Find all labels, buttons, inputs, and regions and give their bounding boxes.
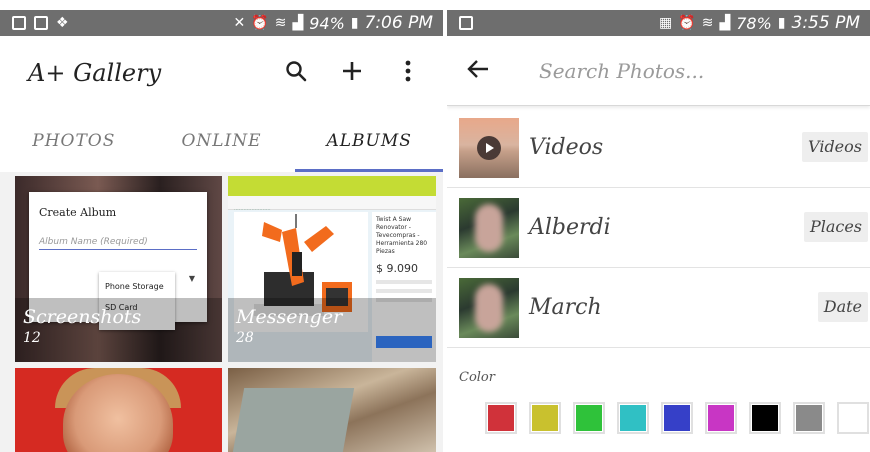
- color-swatch[interactable]: [617, 402, 649, 434]
- album-count: 28: [236, 330, 254, 346]
- list-item[interactable]: Videos Videos: [447, 108, 870, 188]
- color-swatch[interactable]: [705, 402, 737, 434]
- color-swatch[interactable]: [573, 402, 605, 434]
- color-swatch[interactable]: [749, 402, 781, 434]
- tab-photos[interactable]: PHOTOS: [0, 110, 148, 172]
- room-object: [231, 388, 355, 452]
- app-bar: A+ Gallery: [0, 36, 443, 110]
- search-screen: ▦ ⏰ ≋ ▟ 78% ▮ 3:55 PM Videos Videos Albe…: [447, 0, 870, 452]
- color-swatch[interactable]: [837, 402, 869, 434]
- album-count: 12: [23, 330, 41, 346]
- tab-online[interactable]: ONLINE: [148, 110, 296, 172]
- back-arrow-icon[interactable]: [465, 57, 491, 85]
- add-icon[interactable]: [339, 60, 365, 87]
- albums-screen: ❖ ✕ ⏰ ≋ ▟ 94% ▮ 7:06 PM A+ Gallery PHOTO…: [0, 0, 443, 452]
- suggestion-label: March: [529, 295, 602, 320]
- battery-icon: ▮: [350, 15, 359, 31]
- storage-option: Phone Storage: [105, 282, 164, 291]
- album-tile-room[interactable]: [228, 368, 436, 452]
- album-caption: Messenger 28: [228, 298, 436, 362]
- wifi-icon: ≋: [274, 15, 287, 31]
- dropdown-caret-icon: ▼: [188, 274, 195, 283]
- suggestion-label: Alberdi: [529, 215, 611, 240]
- product-price: $ 9.090: [376, 262, 418, 275]
- product-title: Twist A Saw Renovator - Tevecompras - He…: [376, 216, 428, 255]
- color-swatch[interactable]: [661, 402, 693, 434]
- album-tile-portrait[interactable]: [15, 368, 222, 452]
- album-caption: Screenshots 12: [15, 298, 222, 362]
- video-thumbnail: [459, 117, 519, 178]
- suggestion-label: Videos: [529, 135, 604, 160]
- signal-icon: ▟: [292, 15, 304, 31]
- album-name: Messenger: [236, 306, 343, 328]
- message-notification-icon: [459, 16, 473, 30]
- mute-icon: ✕: [233, 15, 246, 31]
- blurred-face: [475, 283, 503, 332]
- album-grid: Create Album Album Name (Required) ▼ Pho…: [0, 172, 443, 452]
- color-swatch[interactable]: [793, 402, 825, 434]
- panel-line: [376, 280, 432, 284]
- tab-bar: PHOTOS ONLINE ALBUMS: [0, 110, 443, 172]
- category-tag: Videos: [802, 132, 868, 162]
- album-name: Screenshots: [23, 306, 142, 328]
- web-header: [228, 176, 436, 196]
- list-item[interactable]: March Date: [447, 268, 870, 348]
- battery-percent: 94%: [309, 13, 345, 33]
- blurred-face: [475, 203, 503, 252]
- status-bar: ❖ ✕ ⏰ ≋ ▟ 94% ▮ 7:06 PM: [0, 10, 443, 36]
- search-suggestions: Videos Videos Alberdi Places March Date: [447, 108, 870, 348]
- search-icon[interactable]: [283, 60, 309, 87]
- swatch-fill: [752, 405, 778, 431]
- color-swatches: [485, 402, 869, 434]
- swatch-fill: [708, 405, 734, 431]
- signal-icon: ▟: [719, 15, 731, 31]
- message-notification-icon: [12, 16, 26, 30]
- swatch-fill: [620, 405, 646, 431]
- swatch-fill: [576, 405, 602, 431]
- swatch-fill: [532, 405, 558, 431]
- battery-percent: 78%: [736, 13, 772, 33]
- color-label: Color: [459, 370, 495, 385]
- app-title: A+ Gallery: [28, 59, 162, 87]
- status-time: 3:55 PM: [791, 13, 861, 33]
- search-input[interactable]: [539, 58, 839, 83]
- album-tile-messenger[interactable]: ······················· Twist A Saw Reno…: [228, 176, 436, 362]
- play-icon: [477, 135, 501, 160]
- dropbox-icon: ❖: [56, 15, 69, 31]
- album-name-field: Album Name (Required): [39, 237, 197, 250]
- list-item[interactable]: Alberdi Places: [447, 188, 870, 268]
- color-swatch[interactable]: [485, 402, 517, 434]
- battery-charging-icon: ▮: [777, 15, 786, 31]
- photo-thumbnail: [459, 197, 519, 258]
- swatch-fill: [488, 405, 514, 431]
- photo-thumbnail: [459, 277, 519, 338]
- alarm-icon: ⏰: [678, 15, 696, 31]
- panel-line: [376, 289, 432, 293]
- wifi-icon: ≋: [701, 15, 714, 31]
- image-notification-icon: [34, 16, 48, 30]
- dialog-title: Create Album: [39, 206, 117, 219]
- search-bar: [447, 36, 870, 106]
- status-bar: ▦ ⏰ ≋ ▟ 78% ▮ 3:55 PM: [447, 10, 870, 36]
- swatch-fill: [840, 405, 866, 431]
- status-time: 7:06 PM: [364, 13, 434, 33]
- album-tile-screenshots[interactable]: Create Album Album Name (Required) ▼ Pho…: [15, 176, 222, 362]
- swatch-fill: [796, 405, 822, 431]
- category-tag: Date: [817, 292, 868, 322]
- tab-albums[interactable]: ALBUMS: [295, 110, 443, 172]
- swatch-fill: [664, 405, 690, 431]
- color-swatch[interactable]: [529, 402, 561, 434]
- category-tag: Places: [803, 212, 868, 242]
- more-options-icon[interactable]: [395, 60, 421, 87]
- alarm-icon: ⏰: [251, 15, 269, 31]
- web-nav: ·······················: [228, 196, 436, 213]
- nfc-icon: ▦: [659, 15, 673, 31]
